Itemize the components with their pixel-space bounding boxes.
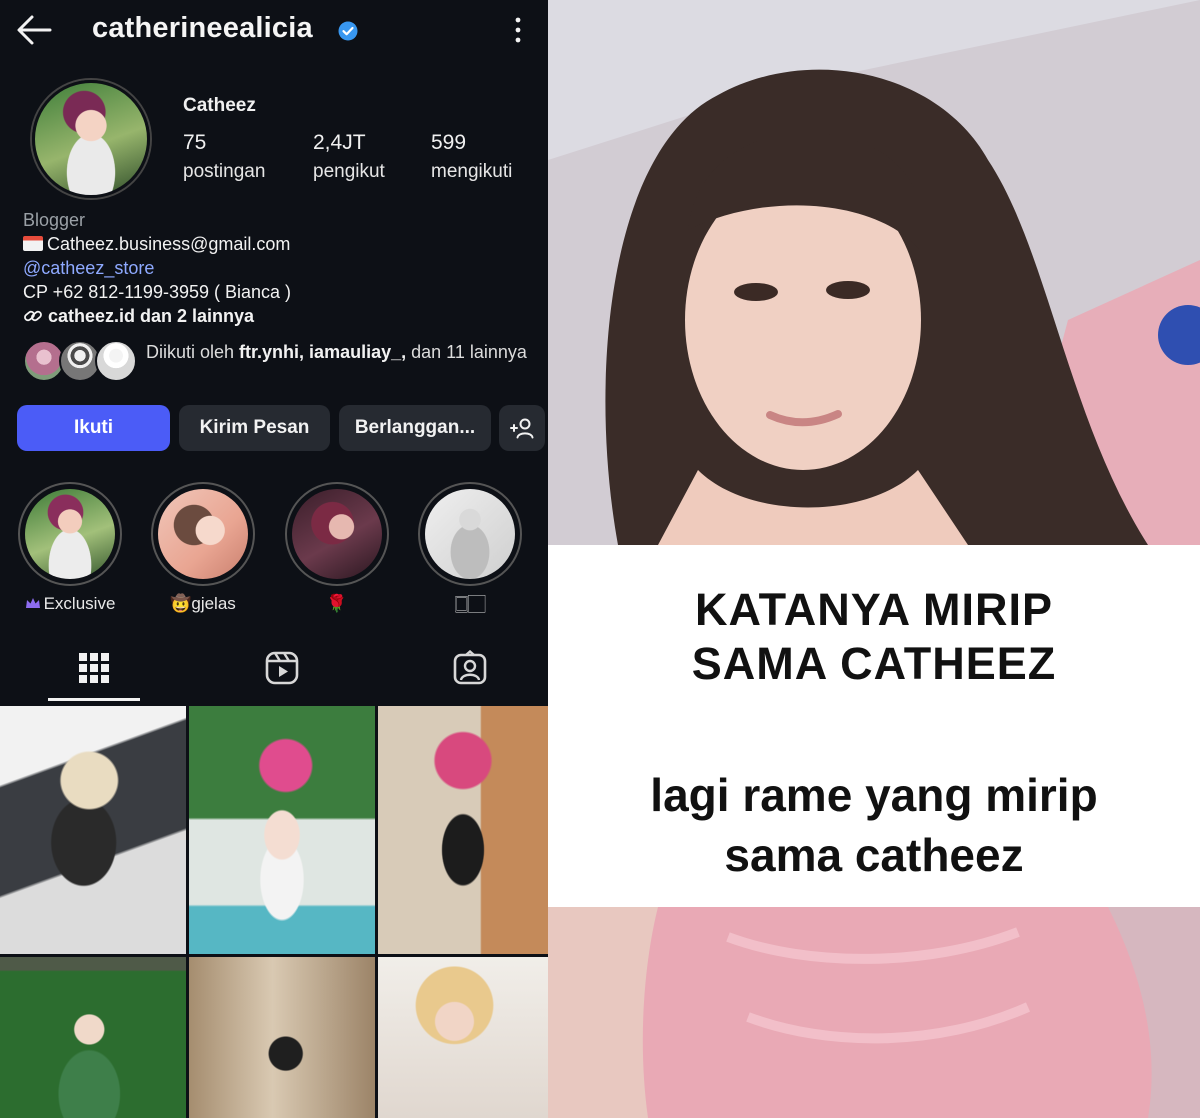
subtext-line-1: lagi rame yang mirip [650, 769, 1098, 821]
highlight-ring [285, 482, 389, 586]
comparison-photo-panel: KATANYA MIRIP SAMA CATHEEZ lagi rame yan… [548, 0, 1200, 1118]
stat-posts-label: postingan [183, 161, 266, 182]
profile-header: catherineealicia [0, 0, 548, 60]
highlight-sketch[interactable]: 🀆🏻 [418, 482, 522, 614]
highlight-label: 🤠gjelas [170, 594, 236, 613]
selfie-photo-bottom [548, 907, 1200, 1118]
subscribe-button[interactable]: Berlanggan... [339, 405, 491, 451]
post-thumbnail[interactable] [378, 706, 548, 954]
stat-followers[interactable]: 2,4JT pengikut [313, 131, 385, 183]
highlight-label: 🀆🏻 [454, 594, 486, 613]
caption-headline: KATANYA MIRIP SAMA CATHEEZ [548, 583, 1200, 691]
stat-posts[interactable]: 75 postingan [183, 131, 265, 183]
highlight-gjelas[interactable]: 🤠gjelas [151, 482, 255, 614]
bio-links-line[interactable]: catheez.id dan 2 lainnya [23, 304, 291, 328]
bio-contact: CP +62 812-1199-3959 ( Bianca ) [23, 282, 292, 302]
bio-email: Catheez.business@gmail.com [47, 234, 291, 254]
stat-following-value: 599 [431, 131, 467, 154]
headline-line-2: SAMA CATHEEZ [691, 638, 1057, 689]
bio-mention[interactable]: @catheez_store [23, 256, 291, 280]
highlight-thumbnail [292, 489, 382, 579]
profile-display-name: Catheez [183, 95, 256, 116]
message-button[interactable]: Kirim Pesan [179, 405, 330, 451]
bio-category: Blogger [23, 210, 86, 230]
back-arrow-icon[interactable] [16, 14, 52, 46]
profile-tabs [0, 640, 548, 702]
follower-avatar [95, 340, 137, 382]
verified-badge-icon [338, 21, 358, 41]
instagram-profile-screenshot: catherineealicia Catheez 75 postingan 2,… [0, 0, 548, 1118]
subtext-line-2: sama catheez [724, 829, 1024, 881]
highlight-ring [151, 482, 255, 586]
selfie-photo [548, 0, 1200, 545]
followed-by-suffix: dan 11 lainnya [406, 342, 527, 362]
link-icon [24, 310, 42, 322]
selfie-illustration [548, 0, 1200, 545]
stat-following-label: mengikuti [431, 161, 513, 182]
follow-button[interactable]: Ikuti [17, 405, 170, 451]
caption-subtext: lagi rame yang mirip sama catheez [548, 765, 1200, 885]
add-friend-button[interactable] [499, 405, 545, 451]
mailbox-icon [23, 236, 43, 251]
stat-followers-value: 2,4JT [313, 131, 366, 154]
highlight-ring [18, 482, 122, 586]
highlight-thumbnail [25, 489, 115, 579]
stat-following[interactable]: 599 mengikuti [431, 131, 512, 183]
reels-tab-icon[interactable] [264, 650, 300, 686]
post-thumbnail[interactable] [0, 706, 186, 954]
followed-by[interactable]: Diikuti oleh ftr.ynhi, iamauliay_, dan 1… [23, 338, 543, 388]
post-thumbnail[interactable] [189, 957, 375, 1118]
highlight-label: Exclusive [18, 594, 122, 614]
highlight-label-text: Exclusive [43, 594, 116, 613]
highlight-thumbnail [158, 489, 248, 579]
add-person-icon [510, 418, 534, 439]
post-thumbnail[interactable] [0, 957, 186, 1118]
post-thumbnail[interactable] [378, 957, 548, 1118]
crown-icon [25, 598, 40, 608]
more-options-icon[interactable] [508, 16, 528, 44]
stat-posts-value: 75 [183, 131, 207, 154]
highlight-exclusive[interactable]: Exclusive [18, 482, 122, 614]
caption-box: KATANYA MIRIP SAMA CATHEEZ lagi rame yan… [548, 545, 1200, 907]
active-tab-indicator [48, 698, 140, 701]
stat-followers-label: pengikut [313, 161, 385, 182]
highlight-ring [418, 482, 522, 586]
post-grid [0, 706, 548, 1118]
bio-email-line: Catheez.business@gmail.com [23, 232, 291, 256]
tagged-tab-icon[interactable] [452, 650, 488, 686]
followed-by-text: Diikuti oleh ftr.ynhi, iamauliay_, dan 1… [146, 340, 536, 364]
grid-tab-icon[interactable] [76, 650, 112, 686]
profile-username: catherineealicia [92, 12, 313, 44]
profile-bio: Blogger Catheez.business@gmail.com @cath… [23, 208, 291, 328]
followed-by-prefix: Diikuti oleh [146, 342, 240, 362]
highlight-thumbnail [425, 489, 515, 579]
highlight-label: 🌹 [326, 594, 348, 613]
followed-by-names: ftr.ynhi, iamauliay_, [239, 342, 407, 362]
bio-links: catheez.id dan 2 lainnya [48, 306, 255, 326]
highlight-rose[interactable]: 🌹 [285, 482, 389, 614]
headline-line-1: KATANYA MIRIP [694, 584, 1053, 635]
profile-avatar[interactable] [32, 80, 150, 198]
post-thumbnail[interactable] [189, 706, 375, 954]
pink-top-illustration [548, 907, 1200, 1118]
